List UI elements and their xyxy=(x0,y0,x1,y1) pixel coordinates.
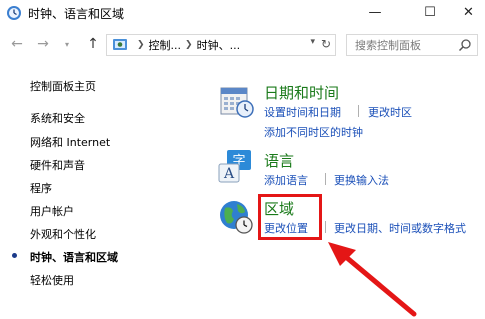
window-title: 时钟、语言和区域 xyxy=(28,7,125,21)
sidebar-item-system-security[interactable]: 系统和安全 xyxy=(30,110,85,126)
date-time-title-link[interactable]: 日期和时间 xyxy=(264,82,339,103)
change-date-time-number-format-link[interactable]: 更改日期、时间或数字格式 xyxy=(334,220,466,236)
back-button[interactable]: ← xyxy=(8,34,26,54)
set-time-date-link[interactable]: 设置时间和日期 xyxy=(264,104,341,120)
search-icon xyxy=(458,39,471,52)
sidebar-item-network-internet[interactable]: 网络和 Internet xyxy=(30,134,110,150)
change-timezone-link[interactable]: 更改时区 xyxy=(368,104,412,120)
navigation-bar: ← → ▾ ↑ ❯ 控制... ❯ 时钟、... ▾ ↻ 搜索控制面板 xyxy=(0,30,485,58)
link-separator xyxy=(325,221,326,233)
search-input[interactable]: 搜索控制面板 xyxy=(346,34,478,56)
breadcrumb-clock-language-region[interactable]: 时钟、... xyxy=(197,37,241,53)
current-item-bullet xyxy=(12,253,17,258)
forward-button[interactable]: → xyxy=(34,34,52,54)
link-separator xyxy=(358,105,359,117)
address-dropdown-icon[interactable]: ▾ xyxy=(310,37,315,47)
back-arrow-icon: ← xyxy=(11,36,23,52)
maximize-icon: ☐ xyxy=(424,4,436,20)
up-button[interactable]: ↑ xyxy=(84,34,102,54)
red-arrow-icon xyxy=(328,242,417,317)
up-arrow-icon: ↑ xyxy=(87,36,99,52)
calendar-clock-icon[interactable] xyxy=(217,82,255,120)
breadcrumb-control-panel[interactable]: 控制... xyxy=(149,37,182,53)
clock-language-app-icon xyxy=(7,6,21,20)
add-language-link[interactable]: 添加语言 xyxy=(264,172,308,188)
sidebar-item-programs[interactable]: 程序 xyxy=(30,180,52,196)
search-placeholder: 搜索控制面板 xyxy=(355,39,421,52)
title-bar: 时钟、语言和区域 — ☐ ✕ xyxy=(0,0,485,26)
control-panel-icon xyxy=(113,39,127,50)
highlight-box xyxy=(258,194,322,240)
minimize-icon: — xyxy=(368,4,382,20)
forward-arrow-icon: → xyxy=(37,36,49,52)
sidebar-item-control-panel-home[interactable]: 控制面板主页 xyxy=(30,78,96,94)
sidebar-item-appearance[interactable]: 外观和个性化 xyxy=(30,226,96,242)
sidebar-item-clock-language-region: 时钟、语言和区域 xyxy=(30,251,118,264)
address-bar[interactable]: ❯ 控制... ❯ 时钟、... ▾ ↻ xyxy=(106,34,336,56)
sidebar-item-user-accounts[interactable]: 用户帐户 xyxy=(30,203,74,219)
refresh-icon[interactable]: ↻ xyxy=(321,37,331,51)
minimize-button[interactable]: — xyxy=(353,0,397,24)
close-button[interactable]: ✕ xyxy=(452,0,485,24)
globe-clock-icon[interactable] xyxy=(217,198,255,236)
link-separator xyxy=(325,173,326,185)
language-icon[interactable]: 字 A xyxy=(217,148,255,186)
language-title-link[interactable]: 语言 xyxy=(264,150,294,171)
recent-locations-button[interactable]: ▾ xyxy=(60,34,74,54)
close-icon: ✕ xyxy=(463,4,474,20)
maximize-button[interactable]: ☐ xyxy=(408,0,452,24)
svg-text:A: A xyxy=(223,166,235,182)
breadcrumb-separator-icon: ❯ xyxy=(137,40,145,50)
chevron-down-icon: ▾ xyxy=(64,39,69,49)
change-input-method-link[interactable]: 更换输入法 xyxy=(334,172,389,188)
add-clocks-link[interactable]: 添加不同时区的时钟 xyxy=(264,124,363,140)
sidebar-item-hardware-sound[interactable]: 硬件和声音 xyxy=(30,157,85,173)
breadcrumb-separator-icon: ❯ xyxy=(185,40,193,50)
sidebar-item-ease-of-access[interactable]: 轻松使用 xyxy=(30,272,74,288)
